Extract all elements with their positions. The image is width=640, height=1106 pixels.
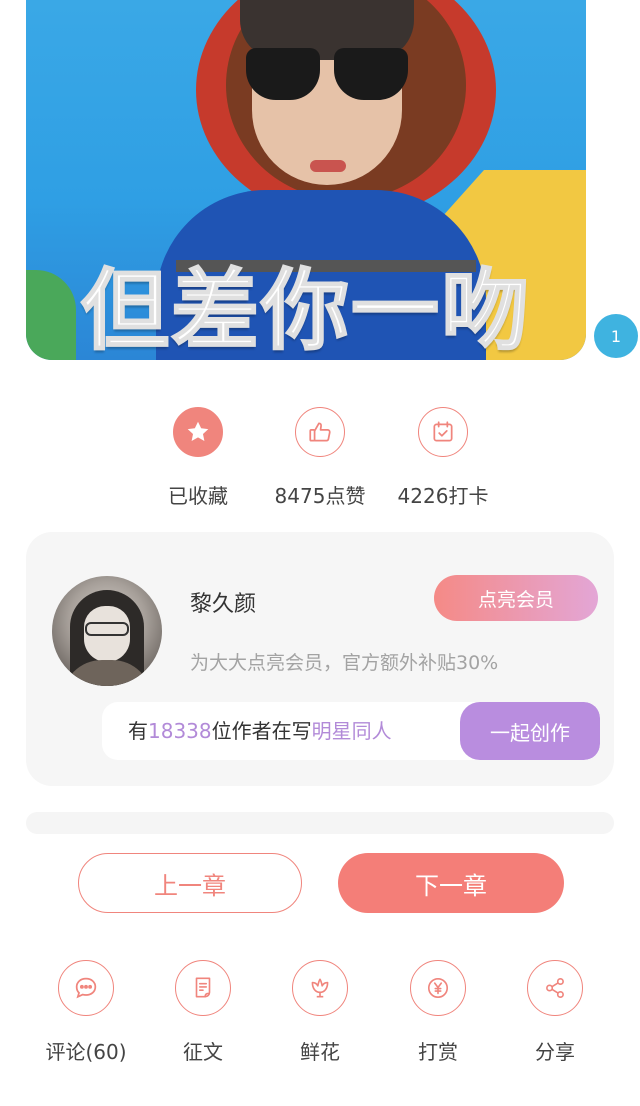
hero-lips — [310, 160, 346, 172]
hero-caption: 但差你一吻 — [80, 258, 531, 360]
tip-tool[interactable]: 打赏 — [378, 960, 498, 1065]
sunglasses-left-lens — [246, 48, 320, 100]
favorite-label: 已收藏 — [168, 484, 228, 508]
checkin-action[interactable]: 4226打卡 — [373, 407, 513, 509]
essay-label: 征文 — [183, 1040, 223, 1064]
member-card: 黎久颜 点亮会员 为大大点亮会员，官方额外补贴30% 有18338位作者在写明星… — [26, 532, 614, 786]
writer-prefix: 有 — [128, 719, 148, 743]
essay-tool[interactable]: 征文 — [143, 960, 263, 1065]
favorite-action[interactable]: 已收藏 — [128, 407, 268, 509]
next-chapter-button[interactable]: 下一章 — [338, 853, 564, 913]
share-tool[interactable]: 分享 — [495, 960, 615, 1065]
flower-tool[interactable]: 鲜花 — [260, 960, 380, 1065]
writer-middle: 位作者在写 — [211, 719, 312, 743]
calendar-check-icon[interactable] — [418, 407, 468, 457]
checkin-count-label: 4226打卡 — [397, 484, 489, 508]
star-icon[interactable] — [173, 407, 223, 457]
prev-chapter-button[interactable]: 上一章 — [78, 853, 302, 913]
comment-label: 评论(60) — [45, 1040, 127, 1064]
flower-icon[interactable] — [292, 960, 348, 1016]
thumbs-up-icon[interactable] — [295, 407, 345, 457]
avatar-glasses — [85, 622, 129, 636]
author-name[interactable]: 黎久颜 — [190, 586, 256, 618]
writer-count-bar: 有18338位作者在写明星同人 一起创作 — [102, 702, 600, 760]
writer-topic: 明星同人 — [311, 719, 392, 743]
avatar[interactable] — [52, 576, 162, 686]
hero-image[interactable]: 但差你一吻 — [26, 0, 586, 360]
divider-bar — [26, 812, 614, 834]
like-count-label: 8475点赞 — [274, 484, 366, 508]
sunglasses — [246, 48, 408, 104]
tip-label: 打赏 — [418, 1040, 458, 1064]
essay-icon[interactable] — [175, 960, 231, 1016]
writer-count-text: 有18338位作者在写明星同人 — [128, 702, 392, 760]
create-together-button[interactable]: 一起创作 — [460, 702, 600, 760]
member-subtitle: 为大大点亮会员，官方额外补贴30% — [190, 652, 499, 674]
bottom-toolbar: 评论(60) 征文 鲜花 打赏 分享 — [0, 960, 640, 1070]
sunglasses-right-lens — [334, 48, 408, 100]
writer-count: 18338 — [148, 719, 212, 743]
yen-icon[interactable] — [410, 960, 466, 1016]
comment-tool[interactable]: 评论(60) — [26, 960, 146, 1065]
action-row: 已收藏 8475点赞 4226打卡 — [0, 407, 640, 509]
page-number-badge[interactable]: 1 — [594, 314, 638, 358]
light-up-member-button[interactable]: 点亮会员 — [434, 575, 598, 621]
share-icon[interactable] — [527, 960, 583, 1016]
like-action[interactable]: 8475点赞 — [250, 407, 390, 509]
flower-label: 鲜花 — [300, 1040, 340, 1064]
comment-icon[interactable] — [58, 960, 114, 1016]
share-label: 分享 — [535, 1040, 575, 1064]
